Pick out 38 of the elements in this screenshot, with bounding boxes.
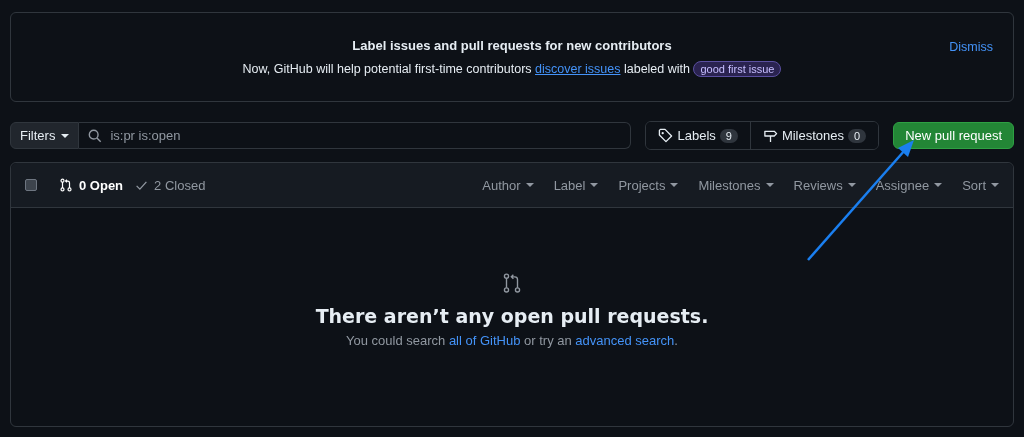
caret-icon xyxy=(590,183,599,187)
caret-icon xyxy=(934,183,943,187)
count-badge: 0 xyxy=(848,128,867,143)
filter-menu[interactable]: Sort xyxy=(962,177,999,193)
search-input[interactable]: is:pr is:open xyxy=(110,128,631,143)
filter-menu[interactable]: Assignee xyxy=(875,177,943,193)
caret-icon xyxy=(765,183,774,187)
filters-button[interactable]: Filters xyxy=(10,122,80,149)
search-field[interactable]: is:pr is:open xyxy=(79,122,632,149)
pull-request-icon xyxy=(59,178,73,192)
discover-issues-link[interactable]: discover issues xyxy=(535,61,621,76)
tag-icon xyxy=(658,128,674,143)
caret-icon xyxy=(670,183,679,187)
banner-title: Label issues and pull requests for new contributors xyxy=(352,37,672,53)
dismiss-link[interactable]: Dismiss xyxy=(949,40,993,54)
all-of-github-link[interactable]: all of GitHub xyxy=(448,333,521,348)
select-all-checkbox[interactable] xyxy=(25,179,37,191)
open-tab[interactable]: 0 Open xyxy=(59,177,124,193)
milestones-button[interactable]: Milestones 0 xyxy=(749,122,879,149)
filter-menu[interactable]: Reviews xyxy=(793,177,856,193)
closed-tab[interactable]: 2 Closed xyxy=(135,177,206,193)
filter-menu[interactable]: Author xyxy=(482,177,534,193)
search-icon xyxy=(88,128,103,143)
filter-menu[interactable]: Projects xyxy=(618,177,679,193)
empty-state-title: There aren’t any open pull requests. xyxy=(315,305,709,327)
count-badge: 9 xyxy=(719,128,738,143)
pull-request-icon xyxy=(501,271,523,295)
caret-icon xyxy=(525,183,534,187)
caret-icon xyxy=(61,133,70,138)
filter-menu[interactable]: Milestones xyxy=(698,177,774,193)
issue-label[interactable]: good first issue xyxy=(693,60,782,77)
empty-state-text: You could search all of GitHub or try an advanced search. xyxy=(346,333,678,348)
filter-menu[interactable]: Label xyxy=(553,177,599,193)
signpost-icon xyxy=(762,128,778,143)
new-pull-request-button[interactable]: New pull request xyxy=(893,122,1014,149)
banner-text: Now, GitHub will help potential first-time contributors discover issues labeled with good first issue xyxy=(242,60,782,77)
caret-icon xyxy=(991,183,999,187)
caret-icon xyxy=(847,183,856,187)
